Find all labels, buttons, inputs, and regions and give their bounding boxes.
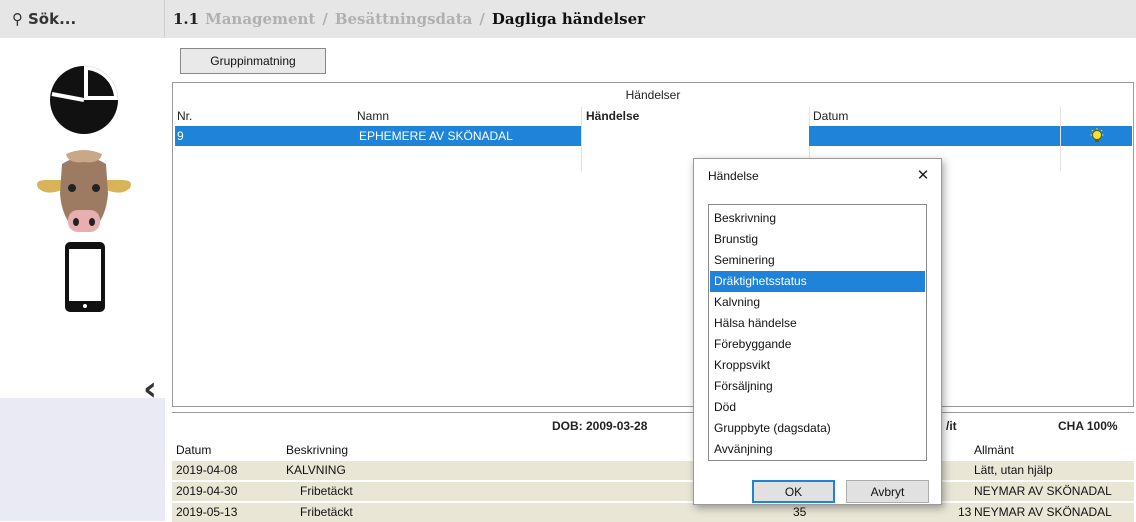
- event-list[interactable]: Beskrivning Brunstig Seminering Dräktighets…: [708, 204, 927, 461]
- breadcrumb-separator: /: [322, 10, 328, 28]
- column-header-event[interactable]: Händelse: [586, 109, 639, 123]
- list-item[interactable]: Avvänjning: [710, 439, 925, 460]
- sidebar-footer: [0, 398, 165, 521]
- list-item[interactable]: Förebyggande: [710, 334, 925, 355]
- list-item[interactable]: Hälsa händelse: [710, 313, 925, 334]
- events-table-title: Händelser: [625, 88, 681, 102]
- table-row[interactable]: 2019-04-08 KALVNING Lätt, utan hjälp: [172, 461, 1134, 480]
- column-header-datum[interactable]: Datum: [176, 443, 211, 457]
- lightbulb-icon[interactable]: [1061, 126, 1132, 146]
- column-header-description[interactable]: Beskrivning: [286, 443, 348, 457]
- column-header-name[interactable]: Namn: [357, 109, 389, 123]
- list-item[interactable]: Beskrivning: [710, 208, 925, 229]
- cell-date[interactable]: [809, 126, 1060, 146]
- column-divider: [581, 107, 582, 171]
- details-header-partial: /it: [946, 419, 957, 433]
- list-item[interactable]: Försäljning: [710, 376, 925, 397]
- breadcrumb: 1.1 Management / Besättningsdata / Dagli…: [165, 0, 1136, 38]
- list-item[interactable]: Död: [710, 397, 925, 418]
- breadcrumb-management[interactable]: Management: [205, 10, 315, 28]
- collapse-sidebar-chevron-icon[interactable]: ‹: [143, 372, 165, 406]
- search-input[interactable]: ⚲ Sök...: [0, 0, 165, 38]
- cell-general: NEYMAR AV SKÖNADAL: [974, 505, 1112, 519]
- column-header-nr[interactable]: Nr.: [177, 109, 192, 123]
- dob-label: DOB: 2009-03-28: [552, 419, 648, 433]
- table-row[interactable]: 2019-05-13 Fribetäckt 35 13 NEYMAR AV SK…: [172, 503, 1134, 522]
- list-item[interactable]: Brunstig: [710, 229, 925, 250]
- group-input-button[interactable]: Gruppinmatning: [180, 48, 326, 74]
- cell-general: Lätt, utan hjälp: [974, 463, 1053, 477]
- cell-nr: 9: [175, 126, 357, 146]
- phone-icon[interactable]: [63, 240, 107, 314]
- column-header-general[interactable]: Allmänt: [974, 443, 1014, 457]
- cell-date: 2019-04-08: [176, 463, 238, 477]
- cell-description: Fribetäckt: [300, 505, 353, 519]
- event-picker-dialog: Händelse ✕ Beskrivning Brunstig Seminering…: [693, 158, 942, 505]
- search-icon: ⚲: [12, 10, 23, 28]
- list-item[interactable]: Gruppbyte (dagsdata): [710, 418, 925, 439]
- close-icon[interactable]: ✕: [912, 164, 934, 186]
- breadcrumb-herd-data[interactable]: Besättningsdata: [335, 10, 473, 28]
- cancel-button[interactable]: Avbryt: [846, 480, 929, 503]
- cell-date: 2019-05-13: [176, 505, 238, 519]
- list-item[interactable]: Seminering: [710, 250, 925, 271]
- list-item[interactable]: Kroppsvikt: [710, 355, 925, 376]
- page-number: 1.1: [173, 10, 200, 28]
- cell-description: KALVNING: [286, 463, 346, 477]
- list-item[interactable]: Dräktighetsstatus: [710, 271, 925, 292]
- cha-label: CHA 100%: [1058, 419, 1118, 433]
- cell-name: EPHEMERE AV SKÖNADAL: [357, 126, 581, 146]
- cell-value: 13: [958, 505, 972, 519]
- cow-icon[interactable]: [32, 146, 136, 236]
- events-table: Händelser Nr. Namn Händelse Datum 9 EPHE…: [172, 82, 1134, 407]
- pie-chart-icon[interactable]: [48, 64, 120, 136]
- table-row[interactable]: 2019-04-30 Fribetäckt NEYMAR AV SKÖNADAL: [172, 482, 1134, 501]
- cell-description: Fribetäckt: [300, 484, 353, 498]
- details-header: DOB: 2009-03-28 /it CHA 100%: [172, 413, 1134, 435]
- page-title: Dagliga händelser: [491, 10, 646, 28]
- animal-details: DOB: 2009-03-28 /it CHA 100% Datum Beskr…: [172, 412, 1134, 522]
- search-label: Sök...: [28, 10, 77, 28]
- cell-date: 2019-04-30: [176, 484, 238, 498]
- list-item[interactable]: Kalvning: [710, 292, 925, 313]
- cell-general: NEYMAR AV SKÖNADAL: [974, 484, 1112, 498]
- dialog-title: Händelse: [708, 169, 759, 183]
- breadcrumb-separator: /: [479, 10, 485, 28]
- column-header-date[interactable]: Datum: [813, 109, 848, 123]
- cell-value: 35: [793, 505, 807, 519]
- ok-button[interactable]: OK: [752, 480, 835, 503]
